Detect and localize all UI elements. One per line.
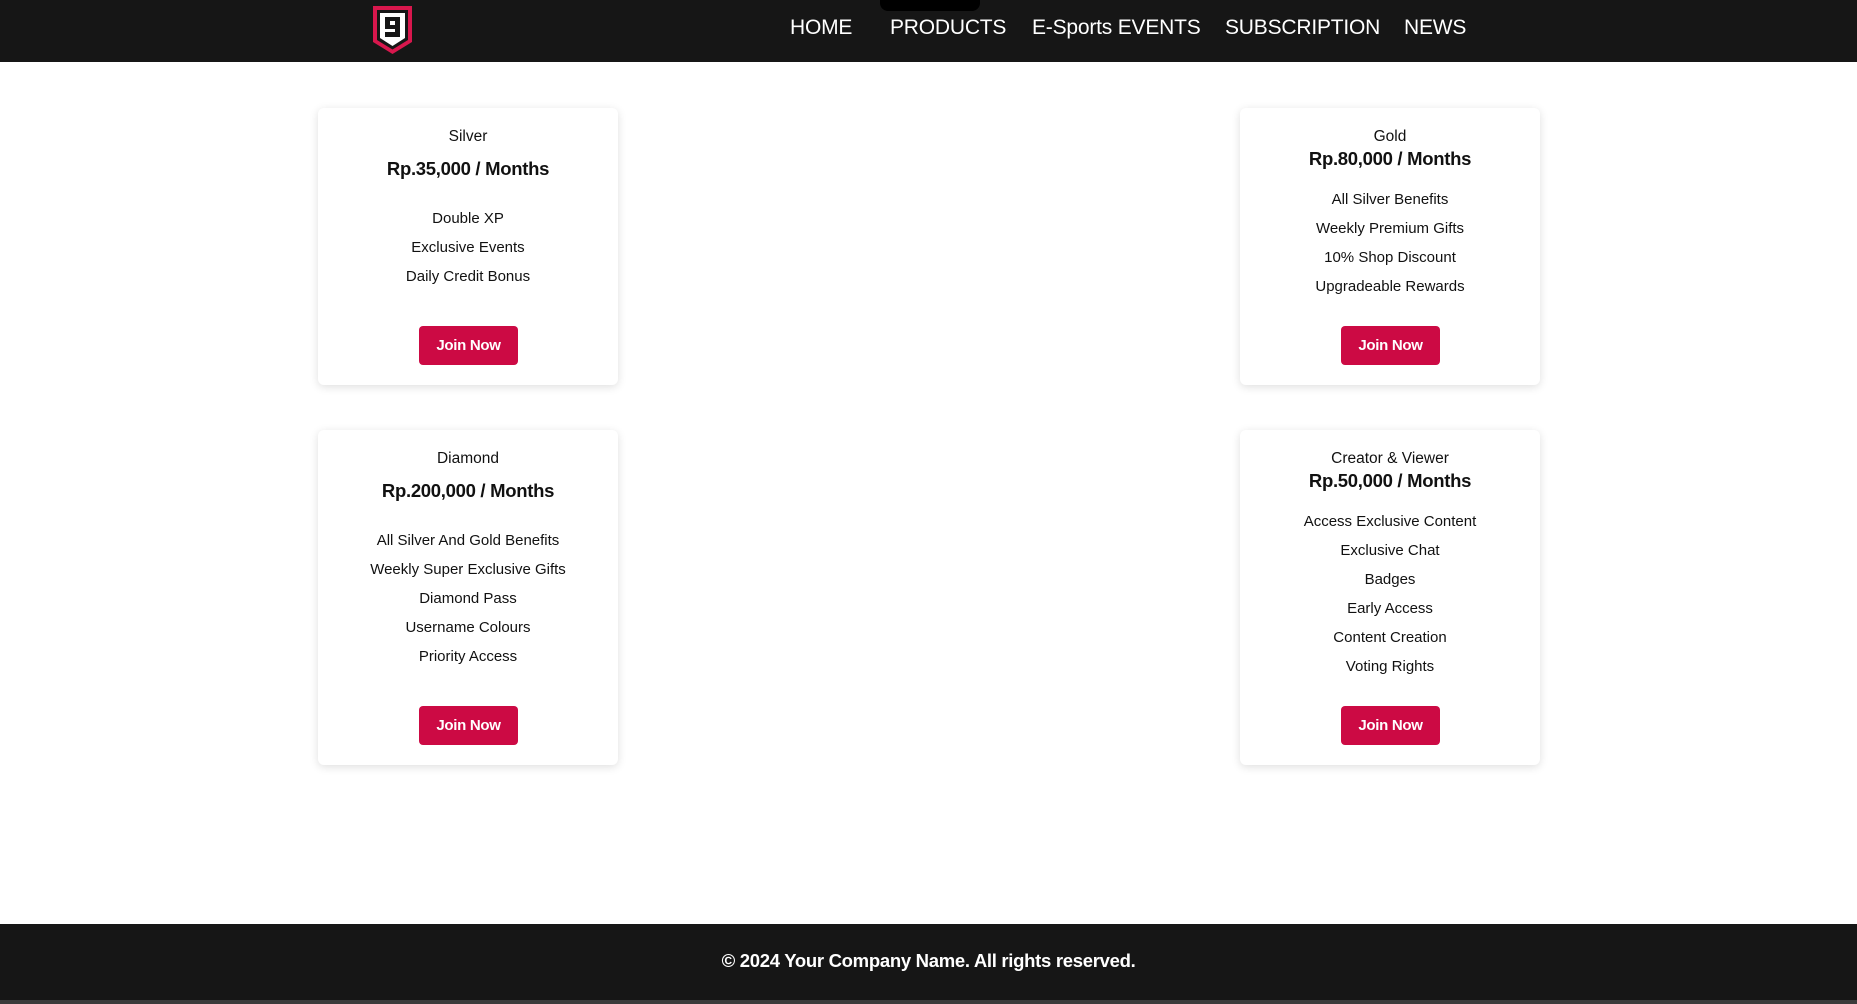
plan-feature: Double XP	[432, 210, 504, 227]
plan-card-creator-viewer: Creator & Viewer Rp.50,000 / Months Acce…	[1240, 430, 1540, 765]
plan-feature: Badges	[1364, 571, 1416, 588]
nav-products[interactable]: PRODUCTS	[890, 16, 1006, 40]
join-now-button[interactable]: Join Now	[419, 706, 518, 745]
plan-feature: Upgradeable Rewards	[1315, 278, 1465, 295]
plan-feature: Daily Credit Bonus	[405, 268, 531, 285]
plan-feature: Content Creation	[1333, 629, 1447, 646]
plan-feature: All Silver And Gold Benefits	[376, 532, 560, 549]
plan-feature: Access Exclusive Content	[1303, 513, 1477, 530]
plan-name: Diamond	[436, 450, 500, 467]
plan-features: Double XP Exclusive Events Daily Credit …	[318, 204, 618, 291]
plan-card-silver: Silver Rp.35,000 / Months Double XP Excl…	[318, 108, 618, 385]
nav-news[interactable]: NEWS	[1404, 16, 1466, 40]
plan-feature: Voting Rights	[1345, 658, 1435, 675]
plan-features: Access Exclusive Content Exclusive Chat …	[1240, 507, 1540, 681]
plan-card-gold: Gold Rp.80,000 / Months All Silver Benef…	[1240, 108, 1540, 385]
nav-subscription[interactable]: SUBSCRIPTION	[1225, 16, 1380, 40]
plan-feature: Exclusive Chat	[1340, 542, 1440, 559]
plan-feature: Weekly Premium Gifts	[1315, 220, 1465, 237]
plan-features: All Silver Benefits Weekly Premium Gifts…	[1240, 185, 1540, 301]
plan-name: Gold	[1373, 128, 1407, 145]
join-now-button[interactable]: Join Now	[1341, 706, 1440, 745]
plan-name: Silver	[448, 128, 488, 145]
plan-feature: Exclusive Events	[411, 239, 525, 256]
plan-features: All Silver And Gold Benefits Weekly Supe…	[318, 526, 618, 671]
join-now-button[interactable]: Join Now	[1341, 326, 1440, 365]
copyright-text: © 2024 Your Company Name. All rights res…	[721, 950, 1136, 971]
plan-feature: All Silver Benefits	[1331, 191, 1449, 208]
plan-price: Rp.50,000 / Months	[1308, 470, 1472, 491]
nav-esports-events[interactable]: E-Sports EVENTS	[1032, 16, 1201, 40]
main-nav: HOME PRODUCTS E-Sports EVENTS SUBSCRIPTI…	[0, 0, 1857, 62]
plan-feature: Weekly Super Exclusive Gifts	[370, 561, 566, 578]
plan-price: Rp.200,000 / Months	[381, 480, 555, 501]
plan-price: Rp.35,000 / Months	[386, 158, 550, 179]
plan-card-diamond: Diamond Rp.200,000 / Months All Silver A…	[318, 430, 618, 765]
nav-home[interactable]: HOME	[790, 16, 852, 40]
plan-feature: Diamond Pass	[419, 590, 517, 607]
plan-feature: Username Colours	[405, 619, 531, 636]
join-now-button[interactable]: Join Now	[419, 326, 518, 365]
page-footer: © 2024 Your Company Name. All rights res…	[0, 924, 1857, 1000]
plan-feature: 10% Shop Discount	[1324, 249, 1456, 266]
plan-feature: Priority Access	[418, 648, 518, 665]
footer-bottom-edge	[0, 1000, 1857, 1004]
plan-feature: Early Access	[1347, 600, 1433, 617]
top-navbar: HOME PRODUCTS E-Sports EVENTS SUBSCRIPTI…	[0, 0, 1857, 62]
plan-price: Rp.80,000 / Months	[1308, 148, 1472, 169]
plan-name: Creator & Viewer	[1331, 450, 1449, 467]
